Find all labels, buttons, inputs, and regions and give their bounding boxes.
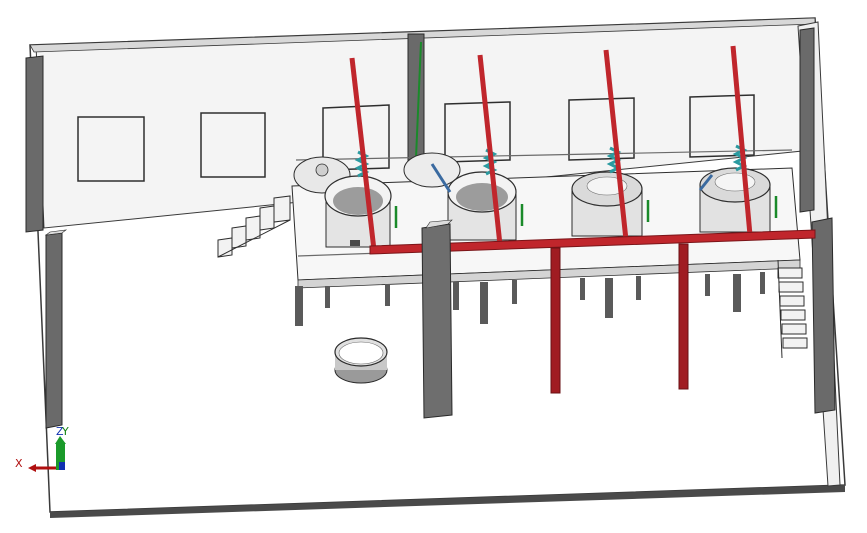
floor-ring-tank[interactable] [334,337,388,384]
axis-y-label: Y [62,425,69,438]
cad-3d-viewport[interactable]: X Z Y [0,0,867,533]
plant-model[interactable] [0,0,867,533]
front-left-pillar [45,232,63,429]
tank-3[interactable] [571,171,643,237]
front-right-pillar [811,217,836,414]
right-wall-pillar [799,27,815,213]
axis-x-label: X [15,457,23,470]
left-wall-pillar [25,55,44,233]
front-middle-pillar [421,223,453,419]
tank-4[interactable] [698,167,771,233]
